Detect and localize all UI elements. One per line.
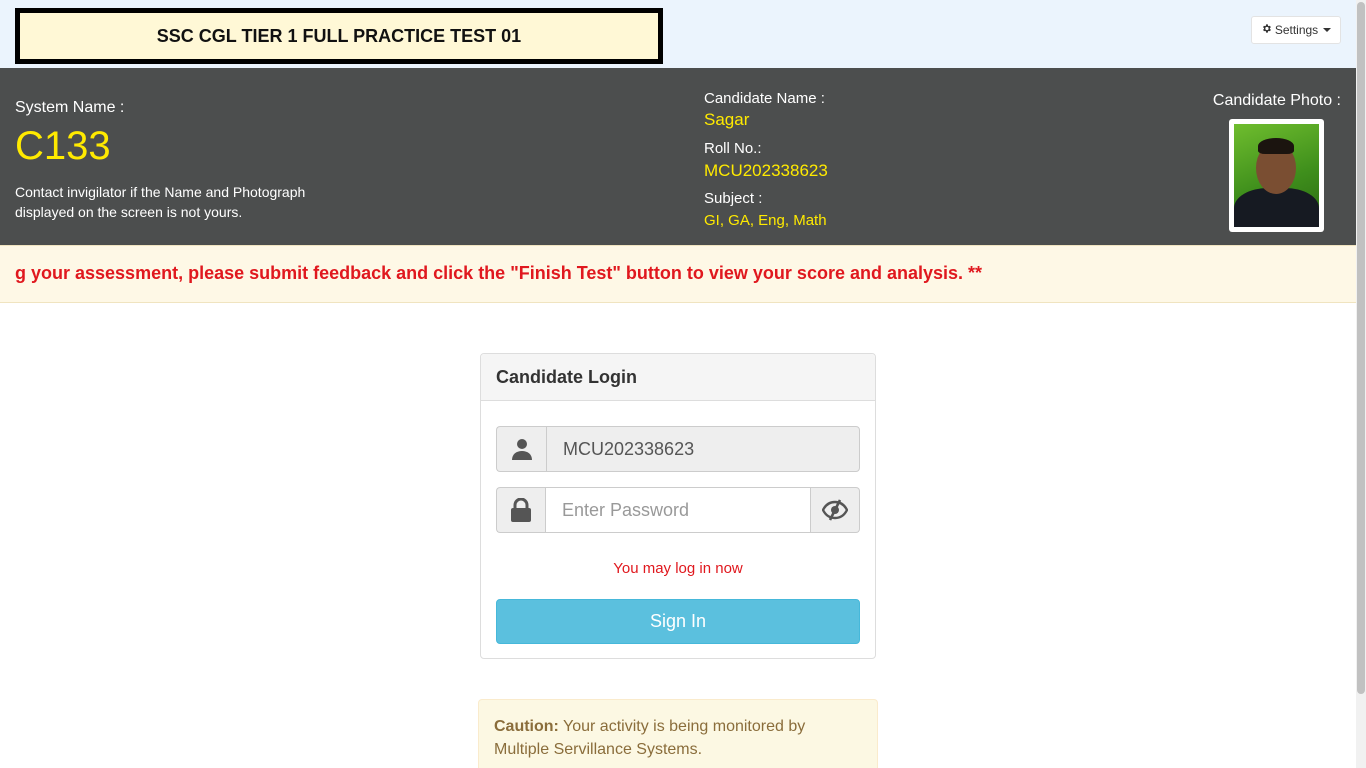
user-icon <box>496 426 546 472</box>
candidate-photo-frame <box>1229 119 1324 232</box>
caution-label: Caution: <box>494 718 559 735</box>
system-name-value: C133 <box>15 124 111 168</box>
top-bar: SSC CGL TIER 1 FULL PRACTICE TEST 01 Set… <box>0 0 1356 68</box>
settings-button[interactable]: Settings <box>1251 16 1341 44</box>
test-title: SSC CGL TIER 1 FULL PRACTICE TEST 01 <box>15 8 663 64</box>
subject-value: GI, GA, Eng, Math <box>704 212 827 229</box>
password-group <box>496 487 860 533</box>
subject-label: Subject : <box>704 190 763 207</box>
username-group <box>496 426 860 472</box>
system-name-label: System Name : <box>15 99 125 116</box>
candidate-photo <box>1234 124 1319 227</box>
eye-slash-icon[interactable] <box>811 487 860 533</box>
caret-down-icon <box>1323 28 1332 32</box>
candidate-name-label: Candidate Name : <box>704 90 825 107</box>
settings-label: Settings <box>1274 23 1319 37</box>
roll-no-label: Roll No.: <box>704 140 762 157</box>
candidate-info-bar: System Name : C133 Contact invigilator i… <box>0 68 1356 245</box>
scrollbar-thumb[interactable] <box>1357 2 1365 694</box>
contact-invigilator-note: Contact invigilator if the Name and Phot… <box>15 184 306 220</box>
lock-icon <box>496 487 545 533</box>
gear-icon <box>1261 23 1272 37</box>
roll-no-value: MCU202338623 <box>704 161 828 180</box>
candidate-login-panel: Candidate Login You may log in now Sign … <box>480 353 876 659</box>
password-field[interactable] <box>545 487 811 533</box>
page-scrollbar[interactable] <box>1356 0 1366 768</box>
login-panel-title: Candidate Login <box>481 354 875 401</box>
notice-marquee: g your assessment, please submit feedbac… <box>0 245 1356 303</box>
candidate-name-value: Sagar <box>704 110 750 129</box>
sign-in-button[interactable]: Sign In <box>496 599 860 644</box>
marquee-text: g your assessment, please submit feedbac… <box>15 263 983 283</box>
username-field[interactable] <box>546 426 860 472</box>
candidate-photo-label: Candidate Photo : <box>1212 92 1341 109</box>
login-status-message: You may log in now <box>613 560 743 577</box>
caution-alert: Caution: Your activity is being monitore… <box>478 699 878 768</box>
